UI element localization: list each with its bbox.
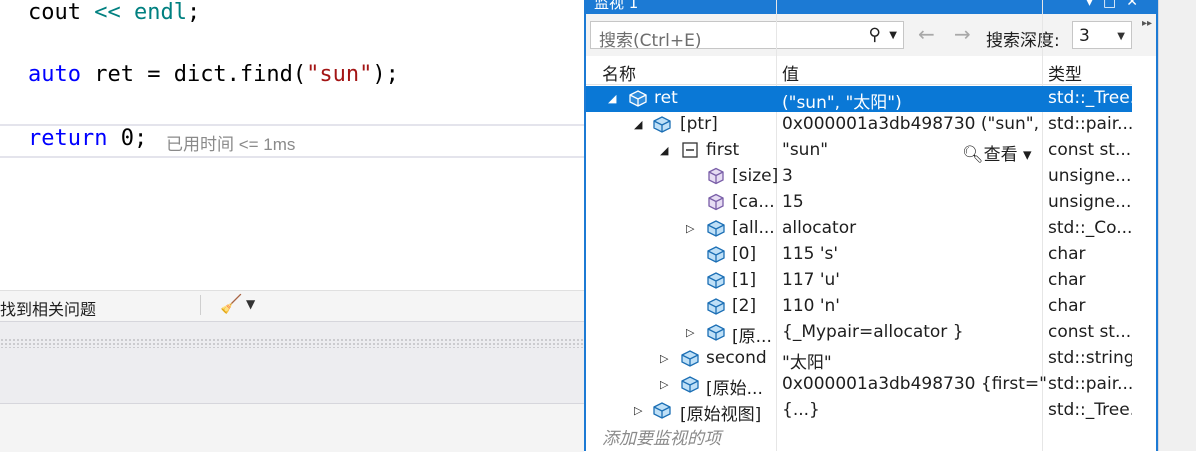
object-cube-icon [629, 90, 647, 107]
object-cube-icon [681, 376, 699, 393]
issues-status[interactable]: 找到相关问题 [0, 296, 96, 320]
back-arrow-icon[interactable]: ← [918, 22, 935, 46]
table-row[interactable]: ◢ [ptr] 0x000001a3db498730 ("sun", "... … [586, 112, 1132, 138]
table-row[interactable]: ◢ first "sun" 🔍︎查看 ▾ const st... [586, 138, 1132, 165]
chevron-down-icon: ▼ [1117, 31, 1125, 42]
collapsed-triangle-icon[interactable]: ▷ [634, 404, 642, 417]
column-type[interactable]: 类型 [1048, 60, 1082, 85]
watch-toolbar: 搜索(Ctrl+E) ⚲ ▼ ← → 搜索深度: 3 ▼ ▸▸ [586, 14, 1156, 56]
visualizer-button[interactable]: 🔍︎查看 ▾ [962, 140, 1032, 165]
magnifier-icon: 🔍︎ [962, 145, 984, 165]
collapsed-triangle-icon[interactable]: ▷ [686, 222, 694, 235]
table-row[interactable]: ◢ ret ("sun", "太阳") std::_Tree... [586, 86, 1132, 113]
watch-title: 监视 1 [594, 0, 639, 12]
table-row[interactable]: ▷ [原... {_Mypair=allocator } const st... [586, 320, 1132, 347]
search-depth-label: 搜索深度: [986, 31, 1060, 51]
collapsed-triangle-icon[interactable]: ▷ [686, 326, 694, 339]
table-row[interactable]: ▷ [原始视图] {...} std::_Tree... [586, 398, 1132, 425]
code-line-find: auto ret = dict.find("sun"); [28, 62, 399, 87]
table-row[interactable]: [ca... 15 unsigne... [586, 190, 1132, 216]
object-cube-icon [707, 246, 725, 263]
cleanup-brush-icon[interactable]: 🧹 [220, 294, 242, 315]
table-row[interactable]: ▷ second "太阳" std::string [586, 346, 1132, 373]
watch-title-bar[interactable]: 监视 1 ▾□✕ [586, 0, 1156, 14]
separator [200, 295, 201, 315]
forward-arrow-icon[interactable]: → [954, 22, 971, 46]
field-icon [682, 142, 698, 158]
status-bar: 找到相关问题 🧹 ▼ [0, 290, 584, 321]
add-watch-item[interactable]: 添加要监视的项 [602, 424, 721, 449]
table-row[interactable]: [size] 3 unsigne... [586, 164, 1132, 190]
chevron-down-icon[interactable]: ▼ [889, 30, 897, 41]
property-cube-icon [708, 193, 724, 211]
collapsed-triangle-icon[interactable]: ▷ [660, 352, 668, 365]
object-cube-icon [707, 298, 725, 315]
window-controls[interactable]: ▾□✕ [1086, 0, 1148, 10]
object-cube-icon [707, 272, 725, 289]
object-cube-icon [653, 402, 671, 419]
column-header: 名称 值 类型 [586, 56, 1132, 85]
code-line-return: return 0; [28, 126, 148, 151]
lower-panel [0, 403, 584, 452]
table-row[interactable]: [1] 117 'u' char [586, 268, 1132, 294]
object-cube-icon [681, 350, 699, 367]
panel-grip[interactable] [0, 338, 584, 348]
column-value[interactable]: 值 [782, 60, 799, 85]
code-editor[interactable]: cout << endl; auto ret = dict.find("sun"… [0, 0, 584, 290]
chevron-down-icon[interactable]: ▼ [246, 297, 255, 311]
right-side-panel [1158, 0, 1196, 451]
object-cube-icon [707, 324, 725, 341]
object-cube-icon [653, 116, 671, 133]
code-line-cout: cout << endl; [28, 0, 201, 25]
expanded-triangle-icon[interactable]: ◢ [608, 92, 616, 105]
search-icon[interactable]: ⚲ [869, 25, 881, 45]
collapsed-triangle-icon[interactable]: ▷ [660, 378, 668, 391]
expanded-triangle-icon[interactable]: ◢ [660, 144, 668, 157]
table-row[interactable]: [0] 115 's' char [586, 242, 1132, 268]
table-row[interactable]: [2] 110 'n' char [586, 294, 1132, 320]
elapsed-time-hint: 已用时间 <= 1ms [166, 135, 296, 154]
column-name[interactable]: 名称 [602, 60, 636, 85]
tool-panel-strip [0, 321, 584, 404]
expanded-triangle-icon[interactable]: ◢ [634, 118, 642, 131]
search-depth-select[interactable]: 3 ▼ [1072, 21, 1132, 49]
toolbar-overflow-icon[interactable]: ▸▸ [1142, 18, 1152, 29]
watch-window: 监视 1 ▾□✕ 搜索(Ctrl+E) ⚲ ▼ ← → 搜索深度: 3 ▼ ▸▸… [584, 0, 1158, 451]
object-cube-icon [707, 220, 725, 237]
table-row[interactable]: ▷ [all... allocator std::_Co... [586, 216, 1132, 242]
table-row[interactable]: ▷ [原始... 0x000001a3db498730 {first="s...… [586, 372, 1132, 399]
property-cube-icon [708, 167, 724, 185]
search-input[interactable]: 搜索(Ctrl+E) ⚲ ▼ [590, 21, 904, 51]
